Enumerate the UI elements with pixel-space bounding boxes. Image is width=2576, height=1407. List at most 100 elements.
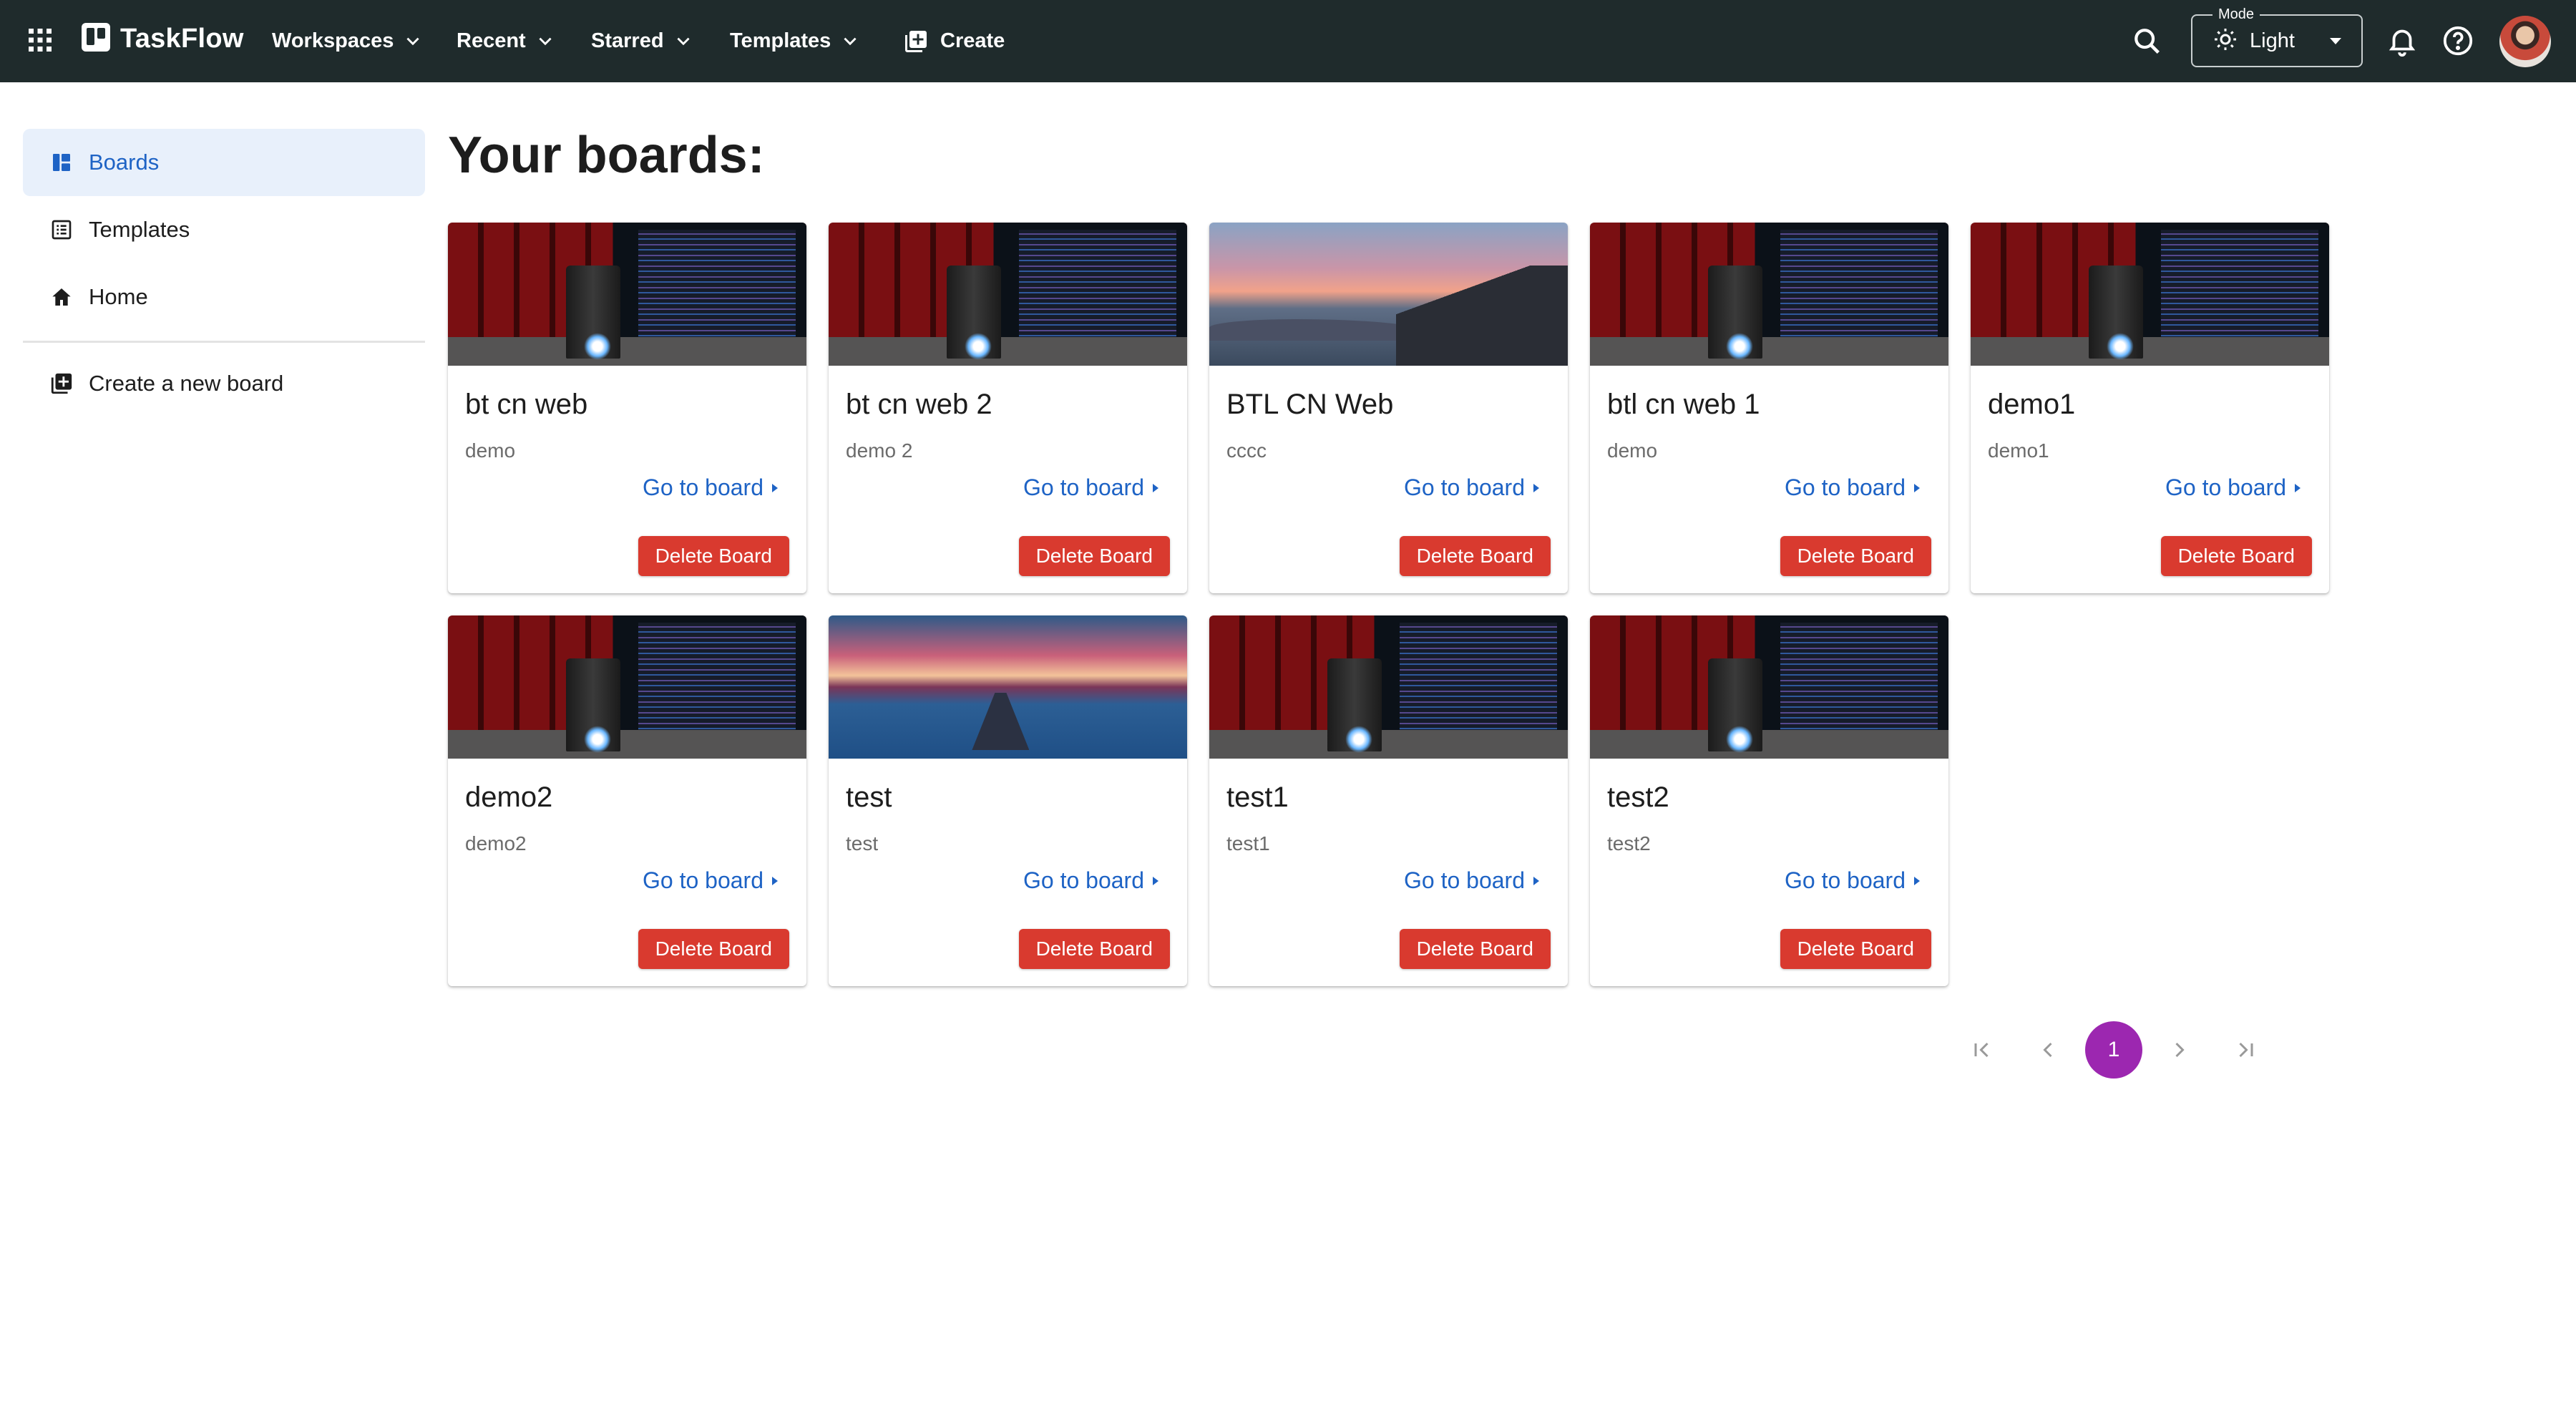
brand-logo[interactable]: TaskFlow [80, 21, 244, 57]
help-icon[interactable] [2441, 24, 2474, 61]
page-number-current[interactable]: 1 [2085, 1021, 2142, 1079]
board-description: test [846, 832, 879, 855]
pagination: 1 [1953, 1021, 2283, 1079]
first-page-button[interactable] [1953, 1021, 2011, 1079]
go-to-board-label: Go to board [2165, 474, 2286, 500]
sidebar-item-home[interactable]: Home [23, 263, 425, 331]
go-to-board-link[interactable]: Go to board [1404, 474, 1541, 501]
go-to-board-label: Go to board [1404, 474, 1525, 500]
go-to-board-label: Go to board [1023, 867, 1144, 893]
delete-board-button[interactable]: Delete Board [638, 536, 789, 576]
mode-select[interactable]: Mode Light [2191, 6, 2363, 67]
notifications-bell-icon[interactable] [2386, 24, 2419, 61]
create-button[interactable]: Create [903, 0, 1005, 82]
go-to-board-link[interactable]: Go to board [643, 474, 779, 501]
caret-down-icon [2328, 35, 2343, 50]
sidebar-create-board-label: Create a new board [89, 371, 284, 396]
sun-icon [2212, 26, 2238, 56]
library-add-icon [905, 30, 927, 52]
chevron-down-icon [844, 37, 857, 45]
board-card: test1 test1 Go to board Delete Board [1209, 615, 1568, 986]
sidebar-item-templates[interactable]: Templates [23, 196, 425, 263]
brand-name: TaskFlow [120, 24, 244, 54]
go-to-board-link[interactable]: Go to board [1785, 867, 1921, 894]
go-to-board-label: Go to board [643, 867, 763, 893]
delete-board-button[interactable]: Delete Board [2160, 536, 2312, 576]
delete-board-button[interactable]: Delete Board [1018, 929, 1170, 969]
sidebar-divider [23, 341, 425, 343]
caret-right-icon [2295, 483, 2301, 492]
sidebar-item-boards[interactable]: Boards [23, 129, 425, 196]
menu-workspaces[interactable]: Workspaces [272, 0, 422, 82]
board-cover-image[interactable] [1209, 223, 1568, 366]
menu-recent[interactable]: Recent [457, 0, 555, 82]
mode-select-value: Light [2250, 29, 2295, 52]
board-cover-image[interactable] [1590, 615, 1948, 759]
last-page-button[interactable] [2217, 1021, 2274, 1079]
go-to-board-link[interactable]: Go to board [1785, 474, 1921, 501]
delete-board-button[interactable]: Delete Board [1399, 536, 1551, 576]
apps-grid-icon[interactable] [27, 27, 53, 53]
board-description: demo1 [1988, 439, 2049, 462]
board-cover-image[interactable] [448, 615, 806, 759]
user-avatar[interactable] [2499, 16, 2551, 67]
menu-starred[interactable]: Starred [591, 0, 693, 82]
board-description: demo [465, 439, 516, 462]
board-cover-image[interactable] [448, 223, 806, 366]
go-to-board-link[interactable]: Go to board [643, 867, 779, 894]
go-to-board-link[interactable]: Go to board [1404, 867, 1541, 894]
trello-board-icon [80, 21, 112, 57]
delete-board-button[interactable]: Delete Board [1399, 929, 1551, 969]
menu-starred-label: Starred [591, 29, 664, 52]
last-page-icon [2239, 1042, 2253, 1058]
caret-right-icon [1533, 876, 1539, 885]
go-to-board-link[interactable]: Go to board [1023, 474, 1160, 501]
caret-right-icon [1914, 876, 1920, 885]
board-card: bt cn web demo Go to board Delete Board [448, 223, 806, 593]
page-title: Your boards: [448, 127, 765, 184]
home-icon [49, 284, 74, 310]
menu-recent-label: Recent [457, 29, 526, 52]
go-to-board-link[interactable]: Go to board [1023, 867, 1160, 894]
board-grid: bt cn web demo Go to board Delete Board … [448, 223, 2337, 986]
board-title: test1 [1226, 782, 1289, 813]
mode-select-label: Mode [2212, 6, 2260, 23]
chevron-down-icon [406, 37, 419, 45]
library-add-icon [49, 371, 74, 396]
search-icon[interactable] [2131, 25, 2164, 58]
board-cover-image[interactable] [1209, 615, 1568, 759]
board-description: demo 2 [846, 439, 913, 462]
board-title: demo1 [1988, 389, 2076, 420]
sidebar: Boards Templates Home Create a new board [23, 129, 425, 417]
go-to-board-label: Go to board [643, 474, 763, 500]
next-page-button[interactable] [2151, 1021, 2208, 1079]
delete-board-button[interactable]: Delete Board [638, 929, 789, 969]
caret-right-icon [1533, 483, 1539, 492]
board-cover-image[interactable] [829, 223, 1187, 366]
caret-right-icon [772, 876, 778, 885]
board-description: test2 [1607, 832, 1651, 855]
board-cover-image[interactable] [1971, 223, 2329, 366]
sidebar-item-label: Templates [89, 217, 190, 242]
go-to-board-label: Go to board [1785, 474, 1906, 500]
board-cover-image[interactable] [1590, 223, 1948, 366]
board-cover-image[interactable] [829, 615, 1187, 759]
board-title: bt cn web [465, 389, 588, 420]
delete-board-button[interactable]: Delete Board [1780, 536, 1931, 576]
first-page-icon [1974, 1042, 1989, 1058]
chevron-left-icon [2043, 1042, 2052, 1058]
sidebar-item-label: Boards [89, 150, 160, 175]
top-app-bar: TaskFlow Workspaces Recent Starred Templ… [0, 0, 2576, 82]
go-to-board-link[interactable]: Go to board [2165, 474, 2302, 501]
go-to-board-label: Go to board [1785, 867, 1906, 893]
board-card: test test Go to board Delete Board [829, 615, 1187, 986]
board-title: test2 [1607, 782, 1669, 813]
delete-board-button[interactable]: Delete Board [1018, 536, 1170, 576]
menu-templates[interactable]: Templates [730, 0, 859, 82]
board-description: cccc [1226, 439, 1267, 462]
previous-page-button[interactable] [2019, 1021, 2077, 1079]
sidebar-create-board[interactable]: Create a new board [23, 350, 425, 417]
go-to-board-label: Go to board [1404, 867, 1525, 893]
caret-right-icon [772, 483, 778, 492]
delete-board-button[interactable]: Delete Board [1780, 929, 1931, 969]
